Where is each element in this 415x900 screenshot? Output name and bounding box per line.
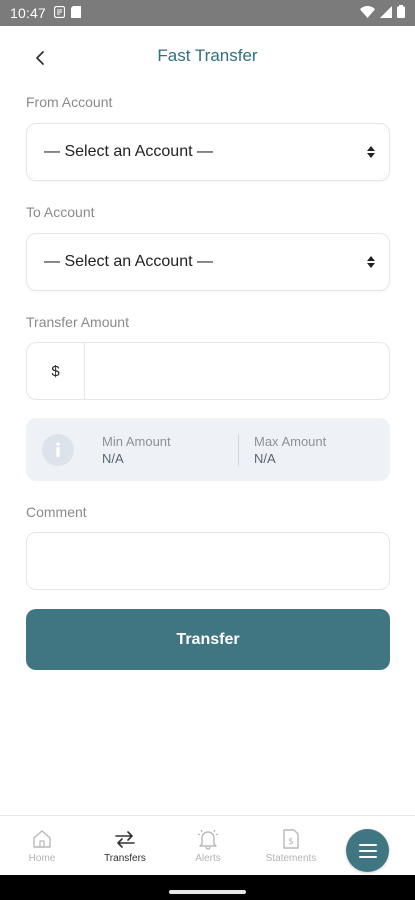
wifi-icon	[360, 5, 375, 21]
sim-icon	[53, 5, 66, 21]
nav-label-transfers: Transfers	[104, 853, 146, 864]
min-amount-label: Min Amount	[102, 434, 171, 449]
transfer-amount-field: $	[26, 342, 390, 400]
max-amount-label: Max Amount	[254, 434, 327, 449]
document-dollar-icon: $	[283, 829, 299, 849]
nav-label-home: Home	[28, 853, 56, 864]
max-amount-value: N/A	[254, 451, 276, 466]
menu-button[interactable]	[346, 829, 389, 872]
to-account-value: — Select an Account —	[44, 253, 213, 270]
from-account-select[interactable]: — Select an Account —	[26, 123, 390, 181]
limits-divider	[238, 434, 239, 466]
amount-limits-panel: Min Amount N/A Max Amount N/A	[26, 418, 390, 481]
comment-input[interactable]	[27, 533, 389, 589]
transfer-arrows-icon	[115, 831, 135, 848]
header: Fast Transfer	[0, 26, 415, 88]
status-bar: 10:47	[0, 0, 415, 26]
storage-icon	[71, 5, 82, 21]
nav-item-alerts[interactable]: Alerts	[186, 816, 230, 876]
comment-label: Comment	[26, 504, 87, 520]
nav-item-home[interactable]: Home	[22, 816, 62, 876]
svg-text:$: $	[288, 837, 294, 847]
comment-field	[26, 532, 390, 590]
currency-symbol: $	[27, 343, 85, 399]
nav-label-alerts: Alerts	[195, 853, 221, 864]
min-amount: Min Amount N/A	[102, 434, 171, 466]
from-account-label: From Account	[26, 94, 113, 110]
page-title: Fast Transfer	[157, 46, 258, 65]
transfer-button[interactable]: Transfer	[26, 609, 390, 670]
bell-icon	[197, 829, 219, 850]
transfer-amount-label: Transfer Amount	[26, 314, 129, 330]
min-amount-value: N/A	[102, 451, 124, 466]
from-account-value: — Select an Account —	[44, 143, 213, 160]
info-icon	[42, 434, 74, 466]
battery-icon	[397, 5, 405, 21]
sort-caret-icon	[367, 146, 375, 158]
nav-item-statements[interactable]: $ Statements	[261, 816, 321, 876]
bottom-nav: Home Transfers Alerts $ Statements	[0, 815, 415, 875]
status-time: 10:47	[10, 5, 47, 21]
system-gesture-bar	[0, 875, 415, 900]
home-icon	[33, 830, 51, 848]
to-account-label: To Account	[26, 204, 95, 220]
sort-caret-icon	[367, 256, 375, 268]
max-amount: Max Amount N/A	[254, 434, 326, 466]
transfer-amount-input[interactable]	[85, 343, 389, 399]
to-account-select[interactable]: — Select an Account —	[26, 233, 390, 291]
nav-item-transfers[interactable]: Transfers	[100, 816, 150, 876]
home-gesture-handle[interactable]	[169, 890, 246, 894]
nav-label-statements: Statements	[265, 853, 317, 864]
signal-icon	[380, 5, 392, 21]
hamburger-menu-icon	[358, 843, 377, 858]
